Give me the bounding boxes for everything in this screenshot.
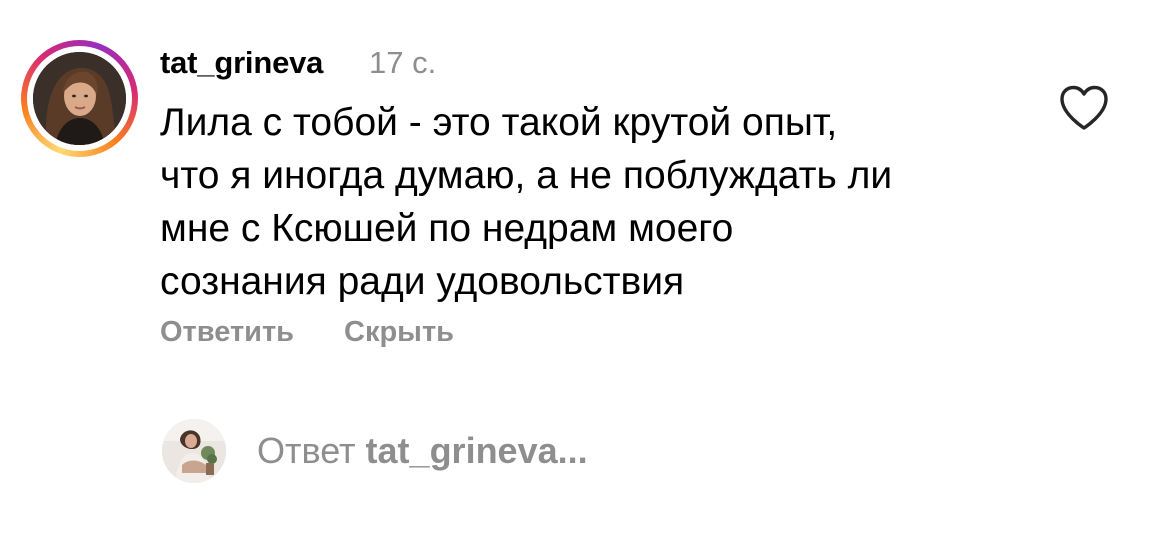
like-heart-icon[interactable] <box>1058 84 1110 132</box>
comment-text-line: Лила с тобой - это такой крутой опыт, <box>160 101 838 144</box>
comment-text-line: что я иногда думаю, а не поблуждать ли <box>160 154 893 197</box>
reply-mention: tat_grineva... <box>365 430 588 471</box>
comment-text-line: сознания ради удовольствия <box>160 260 685 303</box>
commenter-avatar[interactable] <box>21 40 138 157</box>
comment-actions: Ответить Скрыть <box>160 312 504 352</box>
reply-placeholder[interactable]: Ответ tat_grineva... <box>257 429 588 473</box>
comment-username[interactable]: tat_grineva <box>160 44 323 82</box>
comment-timestamp: 17 с. <box>369 45 437 80</box>
reply-prefix: Ответ <box>257 430 356 471</box>
reply-button[interactable]: Ответить <box>160 312 294 352</box>
hide-button[interactable]: Скрыть <box>344 312 454 352</box>
comment: tat_grineva 17 с. Лила с тобой - это так… <box>0 0 1169 380</box>
comment-text: Лила с тобой - это такой крутой опыт, чт… <box>160 96 1040 308</box>
reply-input-row[interactable]: Ответ tat_grineva... <box>162 418 588 484</box>
current-user-avatar <box>162 419 226 483</box>
avatar-photo <box>33 52 126 145</box>
comment-text-line: мне с Ксюшей по недрам моего <box>160 207 734 250</box>
